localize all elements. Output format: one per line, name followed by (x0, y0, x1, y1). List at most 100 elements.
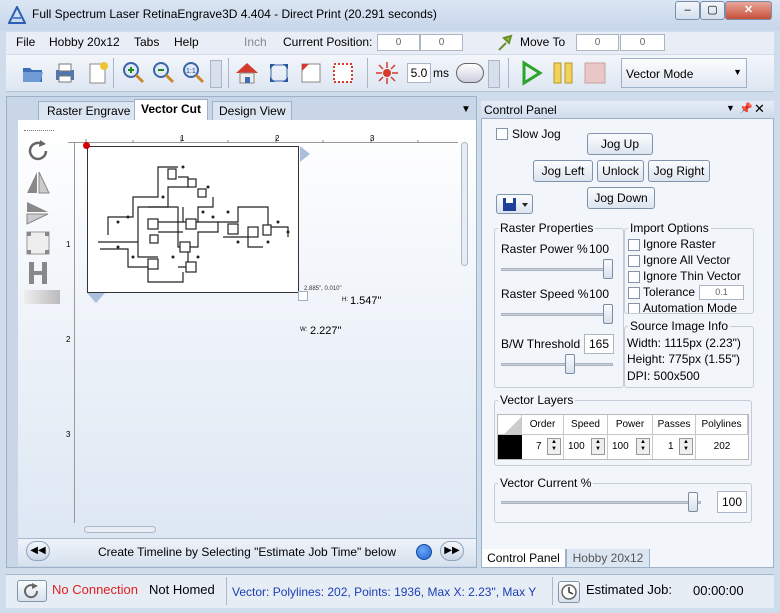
home-icon[interactable] (234, 60, 260, 86)
layer-polylines-value: 202 (713, 441, 731, 452)
tolerance-checkbox[interactable] (628, 287, 640, 299)
rotate-icon[interactable] (24, 137, 52, 165)
bw-threshold-input[interactable]: 165 (584, 334, 614, 354)
order-spinner[interactable]: ▲ ▼ (547, 438, 561, 455)
menu-file[interactable]: File (16, 35, 35, 49)
passes-spinner[interactable]: ▲ ▼ (679, 438, 693, 455)
unlock-button[interactable]: Unlock (597, 160, 644, 182)
pause-icon[interactable] (550, 60, 576, 86)
dotted-frame-icon[interactable] (330, 60, 356, 86)
minimize-button[interactable]: – (675, 1, 700, 20)
move-to-x[interactable]: 0 (576, 34, 619, 51)
raster-speed-slider[interactable] (603, 304, 613, 324)
tab-vector-cut[interactable]: Vector Cut (134, 99, 209, 120)
timeline-position-indicator[interactable] (416, 544, 432, 560)
pin-icon[interactable]: 📌 (739, 102, 753, 115)
tab-control-panel[interactable]: Control Panel (481, 549, 566, 568)
svg-text:1:1: 1:1 (186, 68, 196, 75)
vertical-scrollbar[interactable] (461, 142, 468, 266)
zoom-in-icon[interactable] (120, 60, 146, 86)
col-header-speed[interactable]: Speed (564, 415, 608, 435)
jog-up-button[interactable]: Jog Up (587, 133, 653, 155)
center-object-icon[interactable] (24, 229, 52, 257)
laser-pulse-icon[interactable] (374, 60, 400, 86)
flip-horizontal-icon[interactable] (24, 169, 52, 197)
work-area[interactable] (87, 146, 299, 293)
raster-speed-track[interactable] (501, 313, 613, 316)
resize-handle[interactable] (298, 291, 308, 301)
open-folder-icon[interactable] (20, 60, 46, 86)
jog-down-button[interactable]: Jog Down (587, 187, 655, 209)
control-panel-title: Control Panel (484, 103, 557, 117)
panel-close-icon[interactable]: ✕ (754, 101, 765, 117)
layer-power-cell: 100 ▲ ▼ (608, 435, 653, 459)
move-to-icon[interactable] (496, 33, 516, 53)
ignore-raster-checkbox[interactable] (628, 239, 640, 251)
maximize-button[interactable]: ▢ (700, 1, 725, 20)
mode-select[interactable]: Vector Mode ▼ (621, 58, 747, 88)
jog-right-button[interactable]: Jog Right (648, 160, 710, 182)
jog-left-button[interactable]: Jog Left (533, 160, 593, 182)
tab-hobby[interactable]: Hobby 20x12 (566, 549, 650, 568)
col-header-passes[interactable]: Passes (653, 415, 696, 435)
move-to-label: Move To (520, 35, 566, 49)
pulse-dropdown-icon[interactable] (488, 60, 500, 88)
ignore-thin-vector-checkbox[interactable] (628, 271, 640, 283)
raster-power-track[interactable] (501, 268, 613, 271)
close-button[interactable]: ✕ (725, 1, 772, 20)
vector-current-input[interactable]: 100 (717, 491, 747, 513)
move-to-y[interactable]: 0 (620, 34, 665, 51)
save-settings-button[interactable] (496, 194, 533, 214)
zoom-out-icon[interactable] (150, 60, 176, 86)
bw-threshold-track[interactable] (501, 363, 613, 366)
fit-to-screen-icon[interactable] (266, 60, 292, 86)
slow-jog-checkbox[interactable] (496, 128, 508, 140)
layer-power-value[interactable]: 100 (612, 441, 629, 452)
menu-tabs[interactable]: Tabs (134, 35, 159, 49)
current-position-label: Current Position: (283, 35, 373, 49)
flip-vertical-icon[interactable] (24, 199, 52, 227)
col-header-power[interactable]: Power (608, 415, 653, 435)
pulse-duration-input[interactable]: 5.0 (407, 63, 431, 83)
automation-mode-checkbox[interactable] (628, 303, 640, 313)
play-icon[interactable] (518, 60, 544, 86)
tab-raster-engrave[interactable]: Raster Engrave (38, 101, 138, 120)
corner-arrow-down-icon (87, 293, 105, 303)
timeline-forward-button[interactable]: ▶▶ (440, 541, 464, 561)
layer-passes-value[interactable]: 1 (668, 441, 674, 452)
frame-origin-icon[interactable] (298, 60, 324, 86)
tolerance-input[interactable]: 0.1 (699, 285, 744, 300)
timeline-rewind-button[interactable]: ◀◀ (26, 541, 50, 561)
layer-order-value[interactable]: 7 (536, 441, 542, 452)
vector-current-track[interactable] (501, 501, 701, 504)
estimate-job-time-button[interactable] (558, 581, 580, 603)
ignore-all-vector-checkbox[interactable] (628, 255, 640, 267)
zoom-dropdown-icon[interactable] (210, 60, 222, 88)
raster-power-slider[interactable] (603, 259, 613, 279)
menu-hobby[interactable]: Hobby 20x12 (49, 35, 120, 49)
col-header-order[interactable]: Order (522, 415, 564, 435)
print-icon[interactable] (52, 60, 78, 86)
tab-menu-icon[interactable]: ▼ (461, 104, 471, 115)
connect-button[interactable] (17, 580, 47, 602)
horizontal-scrollbar[interactable] (84, 526, 156, 533)
panel-menu-icon[interactable]: ▼ (726, 103, 735, 113)
layer-speed-cell: 100 ▲ ▼ (564, 435, 608, 459)
power-spinner[interactable]: ▲ ▼ (636, 438, 650, 455)
pulse-toggle[interactable] (456, 63, 484, 83)
zoom-actual-size-icon[interactable]: 1:1 (180, 60, 206, 86)
menu-help[interactable]: Help (174, 35, 199, 49)
vector-current-slider[interactable] (688, 492, 698, 512)
align-height-icon[interactable] (24, 259, 52, 287)
speed-spinner[interactable]: ▲ ▼ (591, 438, 605, 455)
stop-icon[interactable] (582, 60, 608, 86)
layer-color-swatch[interactable] (498, 435, 522, 459)
import-options-group: Ignore Raster Ignore All Vector Ignore T… (624, 228, 754, 314)
col-header-polylines[interactable]: Polylines (696, 415, 748, 435)
tool-strip-resize[interactable] (24, 290, 60, 304)
tab-design-view[interactable]: Design View (212, 101, 293, 120)
layer-speed-value[interactable]: 100 (568, 441, 585, 452)
ruler-h-label-2: 2 (275, 134, 280, 143)
bw-threshold-slider[interactable] (565, 354, 575, 374)
new-document-icon[interactable] (84, 60, 110, 86)
